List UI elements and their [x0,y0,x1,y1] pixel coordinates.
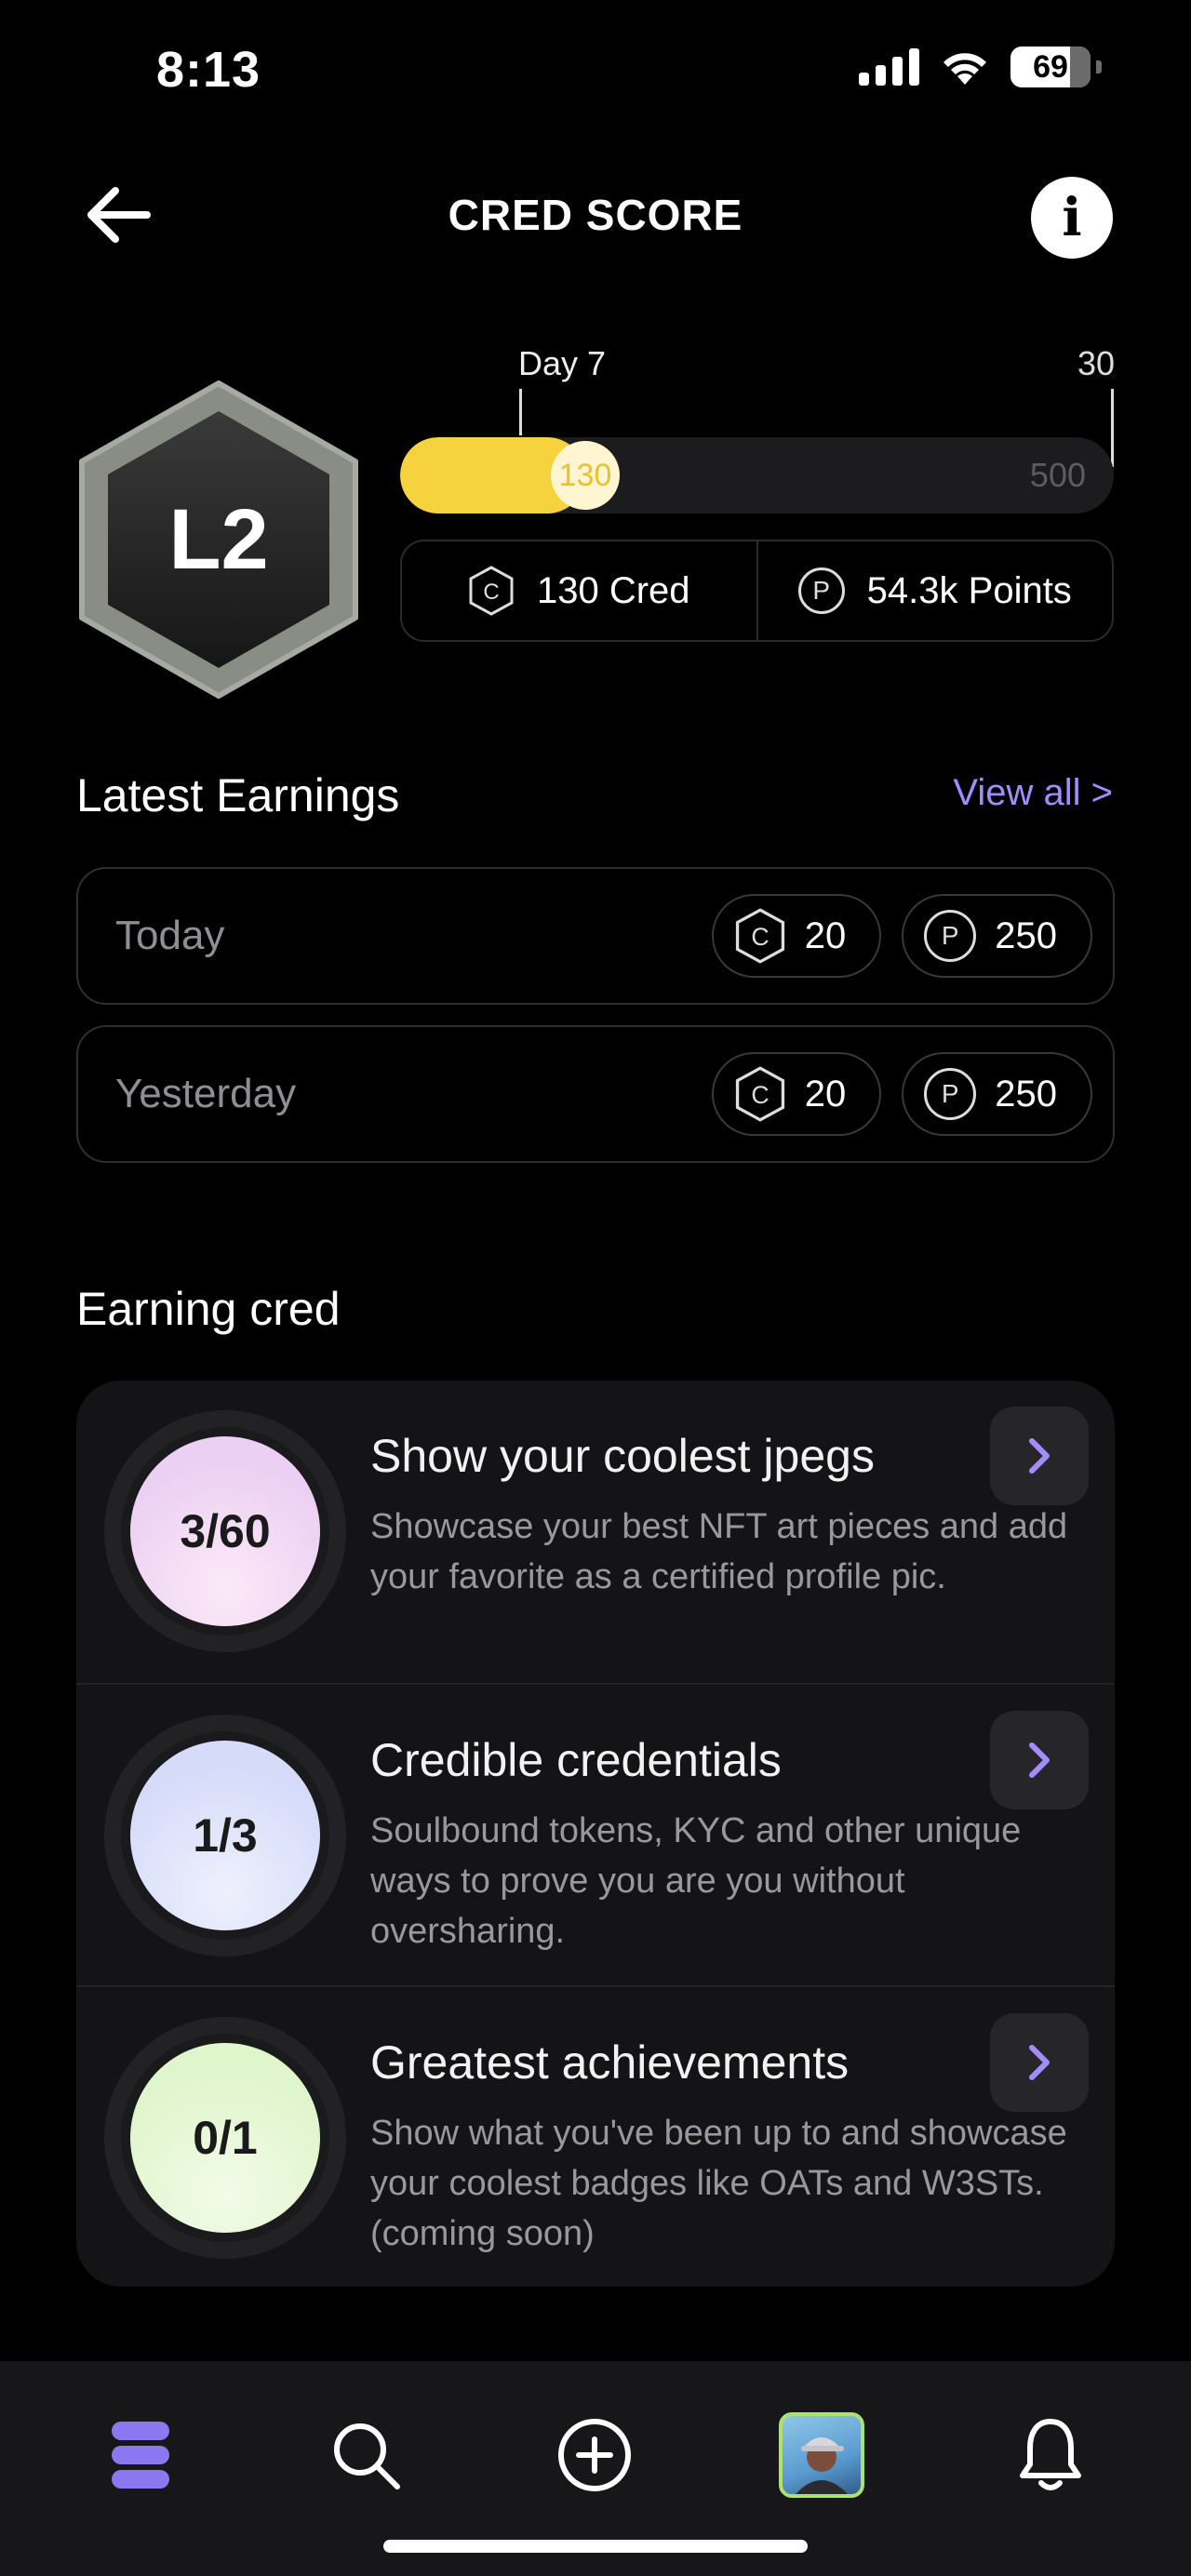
task-open-button[interactable] [990,1407,1089,1505]
view-all-link[interactable]: View all > [953,772,1113,814]
page-title: CRED SCORE [448,191,743,239]
chevron-right-icon [1029,1438,1050,1474]
tab-profile[interactable] [770,2404,873,2506]
task-progress-value: 0/1 [130,2043,320,2233]
task-title: Credible credentials [370,1734,782,1786]
task-title: Show your coolest jpegs [370,1430,875,1482]
bell-icon [1020,2419,1081,2490]
day-max-label: 30 [1077,344,1115,382]
stats-summary: C 130 Cred P 54.3k Points [400,540,1114,642]
cred-hex-icon: C [469,566,514,616]
tab-create[interactable] [543,2404,646,2506]
svg-text:C: C [751,1081,769,1109]
task-progress-value: 1/3 [130,1741,320,1930]
points-earned-pill: P 250 [902,894,1092,978]
earnings-row-today: Today C 20 P 250 [76,867,1115,1005]
cred-progress-max: 500 [1029,456,1086,494]
earnings-row-label: Yesterday [115,1071,297,1116]
status-icons: 69 [859,47,1102,87]
earning-cred-title: Earning cred [76,1283,341,1335]
day-marker [519,389,522,435]
cellular-signal-icon [859,48,919,86]
cred-progress-bar: 130 500 [400,437,1114,514]
task-open-button[interactable] [990,1711,1089,1809]
plus-circle-icon [558,2419,631,2491]
cred-task-jpegs[interactable]: 3/60 Show your coolest jpegs Showcase yo… [76,1381,1115,1683]
earning-cred-list: 3/60 Show your coolest jpegs Showcase yo… [76,1381,1115,2287]
cred-earned-value: 20 [804,1073,847,1114]
cred-earned-pill: C 20 [711,1052,882,1136]
points-coin-icon: P [797,567,845,614]
cred-total-label: 130 Cred [536,569,690,611]
latest-earnings-title: Latest Earnings [76,769,400,821]
info-icon: i [1062,187,1082,248]
task-progress-ring: 1/3 [104,1715,346,1956]
day-label: Day 7 [518,344,607,382]
avatar [779,2412,864,2498]
tab-notifications[interactable] [999,2404,1102,2506]
wifi-icon [943,53,986,85]
cred-task-achievements[interactable]: 0/1 Greatest achievements Show what you'… [76,1985,1115,2287]
svg-text:C: C [483,580,499,605]
cred-hex-icon: C [735,1066,784,1122]
level-label: L2 [168,491,269,587]
chevron-right-icon [1029,2045,1050,2080]
task-description: Show what you've been up to and showcase… [370,2114,1067,2253]
points-coin-icon: P [924,910,977,962]
info-button[interactable]: i [1031,177,1113,259]
cred-total: C 130 Cred [402,541,756,640]
points-earned-value: 250 [995,914,1057,956]
stack-icon [112,2422,169,2489]
tab-feed[interactable] [89,2404,192,2506]
points-coin-icon: P [924,1068,977,1120]
points-total: P 54.3k Points [756,541,1113,640]
points-earned-value: 250 [995,1073,1057,1114]
earnings-row-label: Today [115,913,225,958]
earnings-row-yesterday: Yesterday C 20 P 250 [76,1025,1115,1163]
task-description: Soulbound tokens, KYC and other unique w… [370,1811,1022,1951]
chevron-right-icon [1029,1742,1050,1778]
points-earned-pill: P 250 [902,1052,1092,1136]
task-progress-ring: 3/60 [104,1410,346,1652]
status-time: 8:13 [156,42,261,98]
day-max-marker [1111,389,1114,467]
search-icon [334,2423,400,2489]
task-open-button[interactable] [990,2013,1089,2112]
cred-task-credentials[interactable]: 1/3 Credible credentials Soulbound token… [76,1683,1115,1985]
task-progress-ring: 0/1 [104,2017,346,2259]
cred-earned-pill: C 20 [711,894,882,978]
task-progress-value: 3/60 [130,1436,320,1626]
task-title: Greatest achievements [370,2036,850,2089]
battery-icon: 69 [1010,47,1091,87]
home-indicator [383,2540,808,2553]
battery-level: 69 [1033,48,1068,85]
cred-progress-value: 130 [551,441,620,510]
cred-hex-icon: C [735,908,784,964]
cred-earned-value: 20 [804,914,847,956]
task-description: Showcase your best NFT art pieces and ad… [370,1507,1068,1596]
points-total-label: 54.3k Points [866,569,1072,611]
svg-text:C: C [751,923,769,951]
tab-search[interactable] [314,2404,417,2506]
